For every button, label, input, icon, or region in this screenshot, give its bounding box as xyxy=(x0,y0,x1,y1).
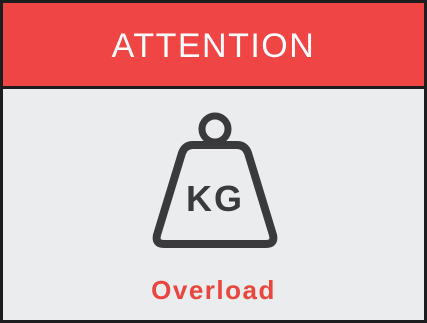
header-title: ATTENTION xyxy=(111,26,316,65)
weight-icon-label: KG xyxy=(186,178,244,219)
weight-kg-icon: KG xyxy=(152,112,278,248)
sign-header: ATTENTION xyxy=(3,3,424,89)
overload-caption: Overload xyxy=(151,275,276,305)
overload-warning-sign: ATTENTION KG Overload xyxy=(0,0,427,323)
